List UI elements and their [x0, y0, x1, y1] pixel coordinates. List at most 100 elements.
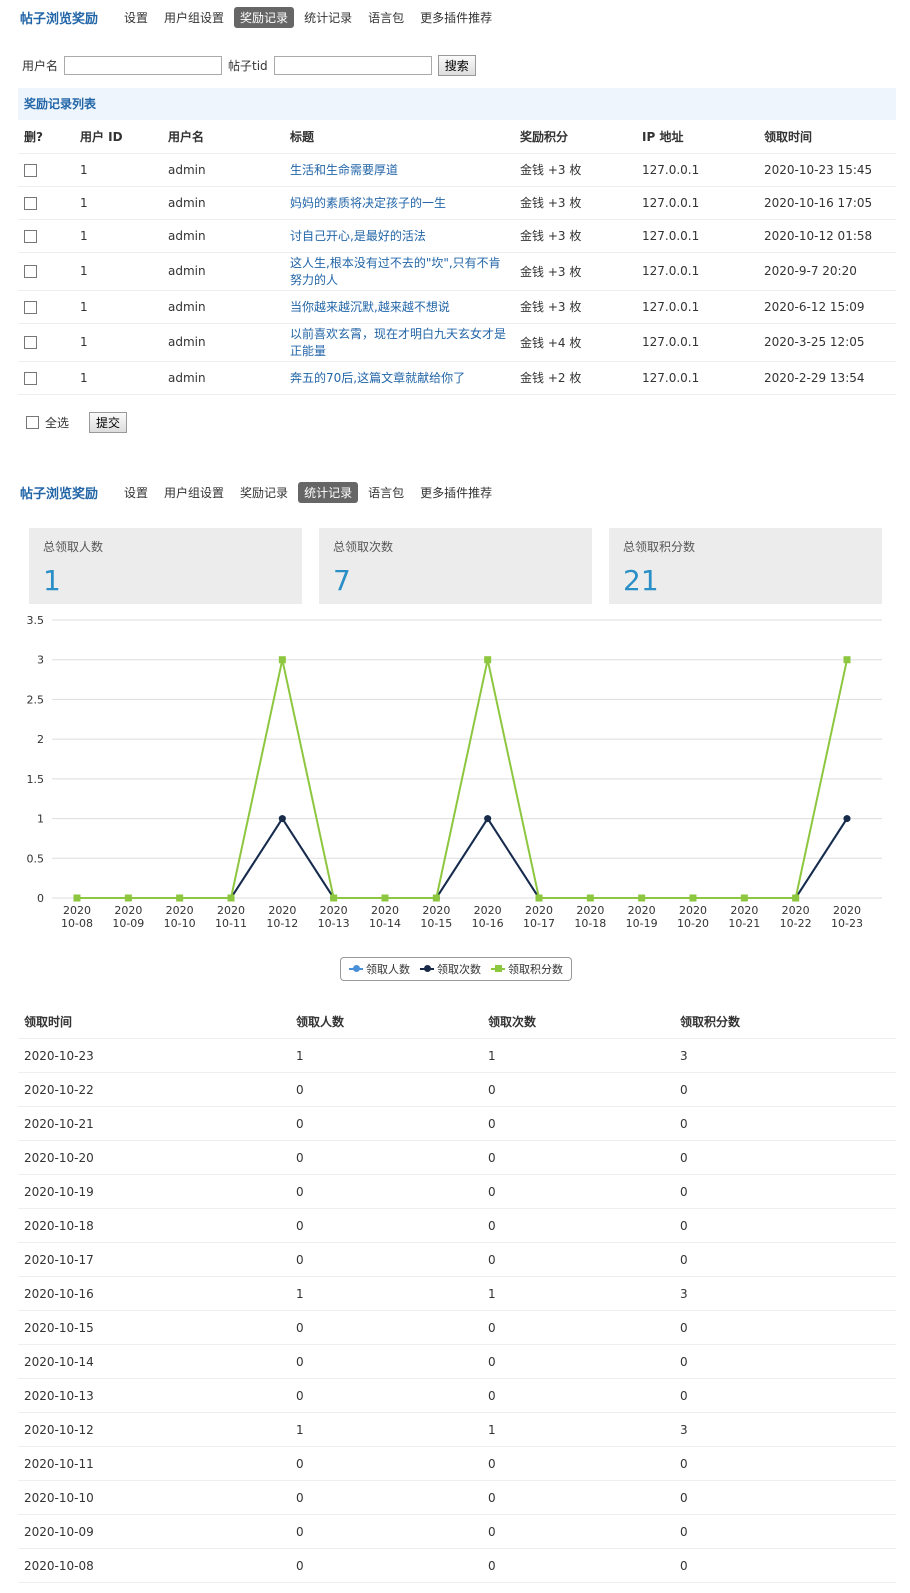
- stat-cell-times: 0: [482, 1208, 674, 1243]
- stat-cell-points: 0: [674, 1344, 896, 1379]
- stat-row: 2020-10-11 0 0 0: [18, 1446, 896, 1481]
- legend-marker-dot: [424, 965, 431, 972]
- x-tick-label: 2020 10-12: [266, 904, 298, 930]
- row-checkbox[interactable]: [24, 163, 37, 177]
- nav2-language[interactable]: 语言包: [362, 482, 410, 503]
- nav2-reward-records[interactable]: 奖励记录: [234, 482, 294, 503]
- legend-item[interactable]: 领取次数: [420, 961, 481, 977]
- submit-button[interactable]: 提交: [89, 412, 128, 433]
- record-title-link[interactable]: 当你越来越沉默,越来越不想说: [290, 300, 450, 314]
- row-checkbox[interactable]: [24, 196, 37, 210]
- record-row: 1 admin 以前喜欢玄霄，现在才明白九天玄女才是正能量 金钱 +4 枚 127.0.…: [18, 323, 896, 362]
- row-checkbox[interactable]: [24, 300, 37, 314]
- search-button[interactable]: 搜索: [437, 55, 476, 76]
- x-tick-label: 2020 10-14: [369, 904, 401, 930]
- y-tick-label: 3.5: [27, 614, 45, 627]
- cell-title: 奔五的70后,这篇文章就献给你了: [284, 361, 514, 395]
- legend-label: 领取次数: [437, 963, 481, 976]
- nav-more-plugins[interactable]: 更多插件推荐: [414, 7, 498, 28]
- select-all-checkbox[interactable]: [26, 416, 39, 429]
- cell-uid: 1: [74, 153, 162, 187]
- stat-row: 2020-10-12 1 1 3: [18, 1412, 896, 1447]
- data-point: [484, 815, 492, 823]
- legend-marker-dot: [495, 965, 502, 972]
- stat-cell-date: 2020-10-11: [18, 1446, 290, 1481]
- stat-cell-date: 2020-10-08: [18, 1548, 290, 1583]
- row-checkbox[interactable]: [24, 336, 37, 349]
- x-tick-label: 2020 10-16: [472, 904, 504, 930]
- legend-marker-dot: [353, 965, 360, 972]
- stat-cell-times: 0: [482, 1106, 674, 1141]
- record-title-link[interactable]: 以前喜欢玄霄，现在才明白九天玄女才是正能量: [290, 327, 506, 358]
- stat-cell-points: 3: [674, 1038, 896, 1073]
- col-uid: 用户 ID: [74, 120, 162, 154]
- record-title-link[interactable]: 讨自己开心,是最好的活法: [290, 229, 426, 243]
- stat-cell-times: 0: [482, 1514, 674, 1549]
- nav2-settings[interactable]: 设置: [118, 482, 154, 503]
- x-tick-label: 2020 10-15: [420, 904, 452, 930]
- y-tick-label: 2: [37, 733, 44, 746]
- cell-uid: 1: [74, 323, 162, 362]
- data-point: [792, 894, 800, 902]
- stat-row: 2020-10-15 0 0 0: [18, 1310, 896, 1345]
- tid-label: 帖子tid: [228, 59, 268, 73]
- data-point: [586, 894, 594, 902]
- cell-delete: [18, 290, 74, 324]
- stat-cell-points: 0: [674, 1514, 896, 1549]
- stat-row: 2020-10-22 0 0 0: [18, 1072, 896, 1107]
- data-point: [278, 656, 286, 664]
- data-point: [843, 815, 851, 823]
- cell-uid: 1: [74, 252, 162, 291]
- data-point: [176, 894, 184, 902]
- row-checkbox[interactable]: [24, 265, 37, 278]
- col-title: 标题: [284, 120, 514, 154]
- cell-delete: [18, 252, 74, 291]
- legend-item[interactable]: 领取人数: [349, 961, 410, 977]
- nav2-stat-records[interactable]: 统计记录: [298, 481, 359, 503]
- nav2-more-plugins[interactable]: 更多插件推荐: [414, 482, 498, 503]
- row-checkbox[interactable]: [24, 371, 37, 385]
- records-footer: 全选 提交: [26, 412, 128, 433]
- top-nav: 帖子浏览奖励 设置 用户组设置 奖励记录 统计记录 语言包 更多插件推荐: [20, 5, 502, 29]
- record-title-link[interactable]: 这人生,根本没有过不去的"坎",只有不肯努力的人: [290, 256, 501, 287]
- username-input[interactable]: [64, 56, 223, 75]
- stat-users-label: 总领取人数: [43, 540, 104, 554]
- nav-language[interactable]: 语言包: [362, 7, 410, 28]
- y-tick-label: 0: [37, 892, 44, 905]
- stat-cell-points: 3: [674, 1412, 896, 1447]
- stat-cell-date: 2020-10-17: [18, 1242, 290, 1277]
- cell-ip: 127.0.0.1: [636, 153, 758, 187]
- cell-reward: 金钱 +3 枚: [514, 153, 636, 187]
- stat-cell-points: 0: [674, 1106, 896, 1141]
- stat-cell-times: 1: [482, 1038, 674, 1073]
- cell-username: admin: [162, 252, 284, 291]
- stat-cell-users: 0: [290, 1548, 482, 1583]
- nav-group-settings[interactable]: 用户组设置: [158, 7, 230, 28]
- record-title-link[interactable]: 生活和生命需要厚道: [290, 163, 398, 177]
- stat-row: 2020-10-14 0 0 0: [18, 1344, 896, 1379]
- cell-title: 这人生,根本没有过不去的"坎",只有不肯努力的人: [284, 252, 514, 291]
- cell-reward: 金钱 +3 枚: [514, 252, 636, 291]
- row-checkbox[interactable]: [24, 229, 37, 243]
- stat-cell-times: 0: [482, 1140, 674, 1175]
- nav-reward-records[interactable]: 奖励记录: [234, 6, 295, 28]
- stat-col-times: 领取次数: [482, 1005, 674, 1039]
- cell-delete: [18, 323, 74, 362]
- stat-cell-times: 1: [482, 1276, 674, 1311]
- record-row: 1 admin 妈妈的素质将决定孩子的一生 金钱 +3 枚 127.0.0.1 2020-…: [18, 186, 896, 220]
- cell-uid: 1: [74, 219, 162, 253]
- record-title-link[interactable]: 奔五的70后,这篇文章就献给你了: [290, 371, 465, 385]
- nav-stat-records[interactable]: 统计记录: [298, 7, 358, 28]
- tid-input[interactable]: [273, 56, 432, 75]
- legend-item[interactable]: 领取积分数: [491, 961, 563, 977]
- y-tick-label: 1.5: [27, 773, 45, 786]
- record-row: 1 admin 生活和生命需要厚道 金钱 +3 枚 127.0.0.1 2020-10-2…: [18, 153, 896, 187]
- nav-settings[interactable]: 设置: [118, 7, 154, 28]
- nav2-group-settings[interactable]: 用户组设置: [158, 482, 230, 503]
- stat-cell-points: 0: [674, 1072, 896, 1107]
- stat-box-users: 总领取人数 1: [29, 528, 302, 604]
- cell-username: admin: [162, 186, 284, 220]
- record-title-link[interactable]: 妈妈的素质将决定孩子的一生: [290, 196, 446, 210]
- cell-time: 2020-3-25 12:05: [758, 323, 896, 362]
- cell-time: 2020-10-12 01:58: [758, 219, 896, 253]
